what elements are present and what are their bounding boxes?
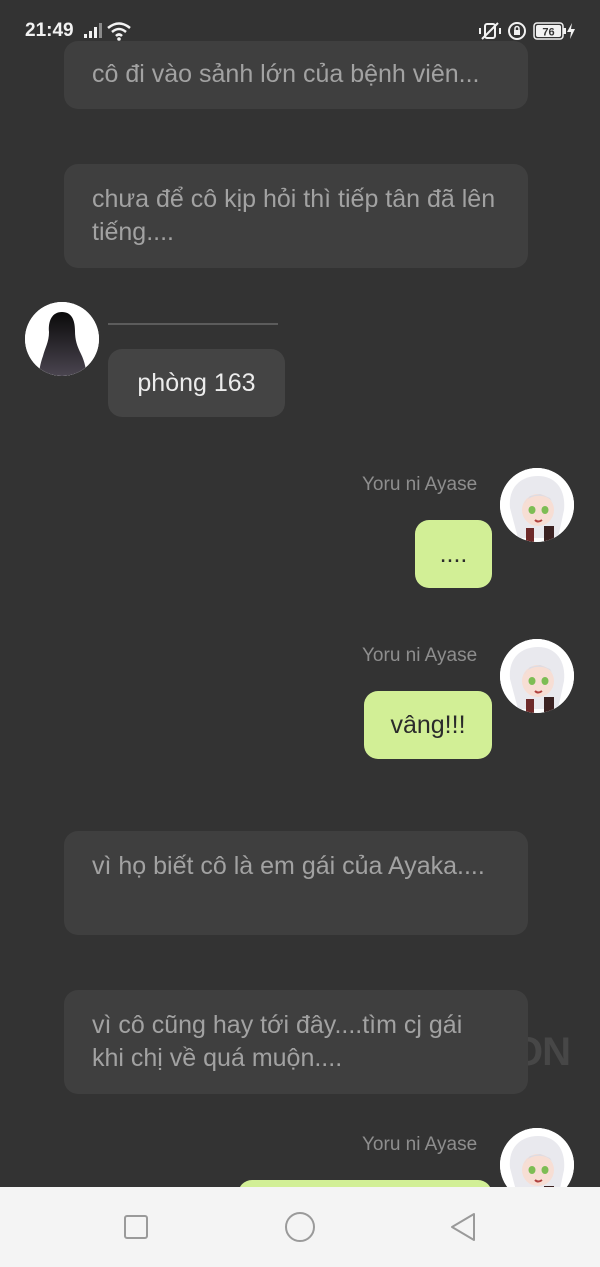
message-text: vâng!!! <box>390 711 466 739</box>
sender-name: Yoru ni Ayase <box>362 1134 478 1155</box>
wifi-icon <box>106 21 132 46</box>
sender-name-placeholder <box>108 323 278 325</box>
recent-apps-icon[interactable] <box>118 1209 154 1245</box>
message-text: .... <box>439 540 468 568</box>
status-bar: 21:49 76 <box>0 0 600 62</box>
vibrate-off-icon <box>478 21 502 46</box>
lock-rotation-icon <box>507 21 527 46</box>
signal-icon <box>84 21 102 44</box>
battery-icon: 76 <box>533 22 567 45</box>
message-text: phòng 163 <box>137 369 256 397</box>
message-bubble-sent[interactable]: .... <box>415 520 492 588</box>
narration-text: vì cô cũng hay tới đây....tìm cj gái khi… <box>92 1011 463 1072</box>
status-time: 21:49 <box>25 20 74 41</box>
silhouette-avatar[interactable] <box>25 302 99 376</box>
anime-character-avatar[interactable] <box>500 639 574 713</box>
narration-text: vì họ biết cô là em gái của Ayaka.... <box>92 852 485 880</box>
navigation-bar <box>0 1187 600 1267</box>
sender-name: Yoru ni Ayase <box>362 645 478 666</box>
narration-text: chưa để cô kịp hỏi thì tiếp tân đã lên t… <box>92 185 496 246</box>
message-bubble-received[interactable]: phòng 163 <box>108 349 285 417</box>
chat-screen: 21:49 76 cô đi vào sảnh lớn của bệnh viê… <box>0 0 600 1267</box>
narration-bubble: chưa để cô kịp hỏi thì tiếp tân đã lên t… <box>64 164 528 268</box>
back-icon[interactable] <box>446 1209 482 1245</box>
charging-icon <box>567 23 575 44</box>
narration-bubble: vì cô cũng hay tới đây....tìm cj gái khi… <box>64 990 528 1094</box>
home-icon[interactable] <box>282 1209 318 1245</box>
anime-character-avatar[interactable] <box>500 468 574 542</box>
battery-level: 76 <box>542 27 554 39</box>
message-bubble-sent[interactable]: vâng!!! <box>364 691 492 759</box>
sender-name: Yoru ni Ayase <box>362 474 478 495</box>
narration-bubble: vì họ biết cô là em gái của Ayaka.... <box>64 831 528 935</box>
narration-text: cô đi vào sảnh lớn của bệnh viên... <box>92 60 480 88</box>
